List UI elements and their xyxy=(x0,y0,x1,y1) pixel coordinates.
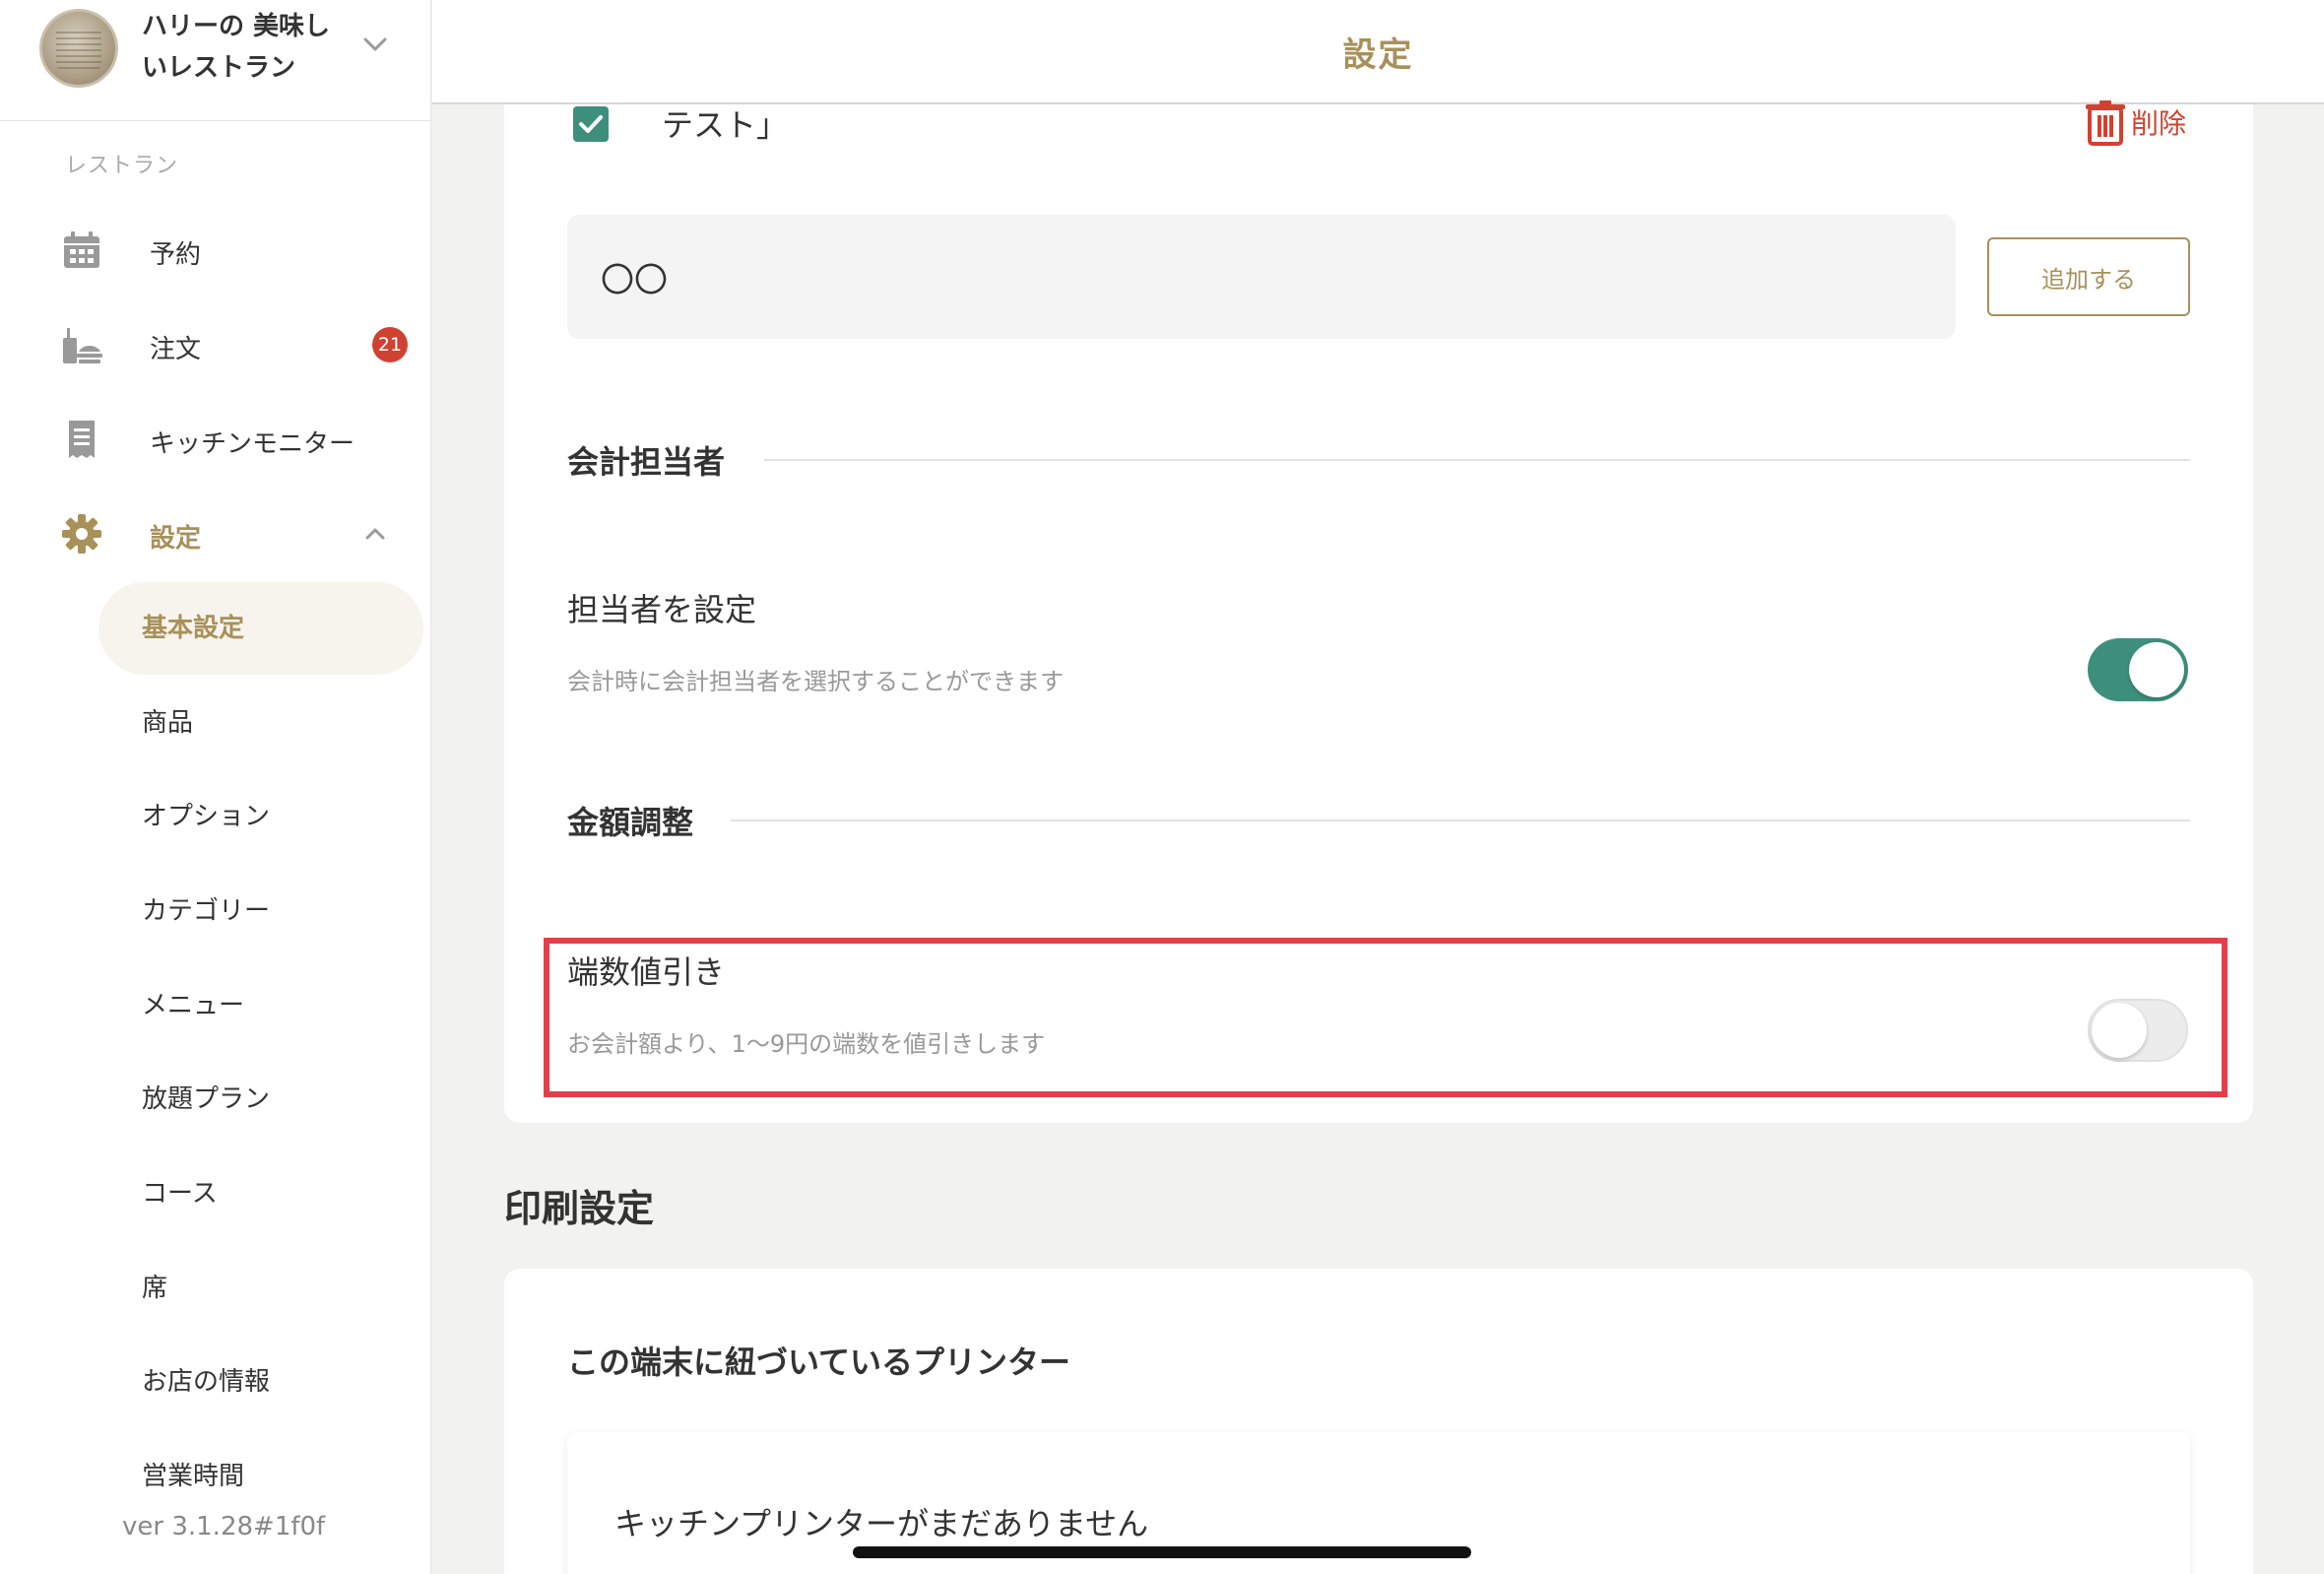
sidebar-subitem-label: お店の情報 xyxy=(142,1367,271,1397)
chevron-down-icon[interactable] xyxy=(360,30,390,59)
page-title: 設定 xyxy=(1342,35,1414,75)
sidebar-item-label: 予約 xyxy=(150,240,202,270)
restaurant-switcher[interactable]: ハリーの 美味しいレストラン xyxy=(0,0,431,121)
sidebar-item-label: 注文 xyxy=(150,335,202,364)
sidebar-subitem-label: 席 xyxy=(142,1274,168,1303)
sidebar-subitem-all-you-can-plans[interactable]: 放題プラン xyxy=(98,1053,423,1146)
chevron-up-icon xyxy=(365,528,385,540)
sidebar-subitem-products[interactable]: 商品 xyxy=(98,677,423,769)
highlight-box xyxy=(544,938,2227,1097)
setting-desc-cashier: 会計時に会計担当者を選択することができます xyxy=(567,668,1064,695)
gear-icon xyxy=(62,514,101,554)
sidebar-item-reservations[interactable]: 予約 xyxy=(0,211,431,290)
empty-printer-message: キッチンプリンターがまだありません xyxy=(614,1505,1149,1542)
restaurant-name: ハリーの 美味しいレストラン xyxy=(142,12,331,83)
sidebar-item-orders[interactable]: 注文 21 xyxy=(0,305,431,384)
sidebar-subitem-label: 基本設定 xyxy=(142,614,245,643)
printers-subheading: この端末に紐づいているプリンター xyxy=(567,1344,1071,1381)
sidebar-subitem-label: 営業時間 xyxy=(142,1462,245,1491)
sidebar-subitem-label: メニュー xyxy=(142,991,245,1020)
sidebar-subitem-label: オプション xyxy=(142,802,271,831)
sidebar-item-label: キッチンモニター xyxy=(150,429,355,459)
sidebar-item-label: 設定 xyxy=(150,524,202,554)
cashier-toggle[interactable] xyxy=(2088,638,2188,701)
sidebar-subitem-menu[interactable]: メニュー xyxy=(98,959,423,1052)
sidebar-subitem-store-info[interactable]: お店の情報 xyxy=(98,1336,423,1428)
sidebar-subitem-business-hours[interactable]: 営業時間 xyxy=(98,1430,423,1495)
new-item-input[interactable] xyxy=(567,215,1956,339)
sidebar-subitem-categories[interactable]: カテゴリー xyxy=(98,865,423,957)
sidebar-subitem-basic-settings[interactable]: 基本設定 xyxy=(98,582,423,675)
sidebar-subitem-label: カテゴリー xyxy=(142,896,271,926)
delete-label: 削除 xyxy=(2131,107,2187,140)
sidebar-item-kitchen-monitor[interactable]: キッチンモニター xyxy=(0,400,431,479)
orders-count-badge: 21 xyxy=(372,327,408,362)
add-button[interactable]: 追加する xyxy=(1987,237,2190,316)
sidebar-item-settings[interactable]: 設定 xyxy=(0,494,431,573)
top-bar: 設定 xyxy=(432,0,2324,104)
app-version: ver 3.1.28#1f0f xyxy=(122,1512,326,1541)
sidebar-subitem-seats[interactable]: 席 xyxy=(98,1242,423,1335)
sidebar-subitem-options[interactable]: オプション xyxy=(98,770,423,863)
sidebar-subitem-courses[interactable]: コース xyxy=(98,1148,423,1240)
trash-icon xyxy=(2086,100,2125,146)
item-checkbox[interactable] xyxy=(573,106,609,142)
section-label: レストラン xyxy=(65,154,179,178)
print-settings-heading: 印刷設定 xyxy=(504,1187,655,1230)
sidebar-subitem-label: 商品 xyxy=(142,708,194,738)
food-tray-icon xyxy=(63,328,102,363)
home-indicator[interactable] xyxy=(853,1546,1471,1558)
sidebar-subitem-label: 放題プラン xyxy=(142,1084,271,1114)
sidebar: ハリーの 美味しいレストラン レストラン 予約 注文 21 キッチンモニター 設… xyxy=(0,0,431,1574)
checkmark-icon xyxy=(579,115,603,133)
section-heading-amount-adjustment: 金額調整 xyxy=(567,804,694,841)
calendar-icon xyxy=(64,231,99,268)
sidebar-subitem-label: コース xyxy=(142,1179,218,1209)
avatar xyxy=(39,9,118,88)
section-heading-cashier: 会計担当者 xyxy=(567,443,726,481)
list-item-text: テスト」 xyxy=(662,106,789,144)
receipt-icon xyxy=(69,421,95,458)
divider xyxy=(764,459,2190,461)
setting-title-cashier: 担当者を設定 xyxy=(567,591,757,628)
divider xyxy=(731,820,2190,821)
toggle-knob xyxy=(2129,642,2184,697)
